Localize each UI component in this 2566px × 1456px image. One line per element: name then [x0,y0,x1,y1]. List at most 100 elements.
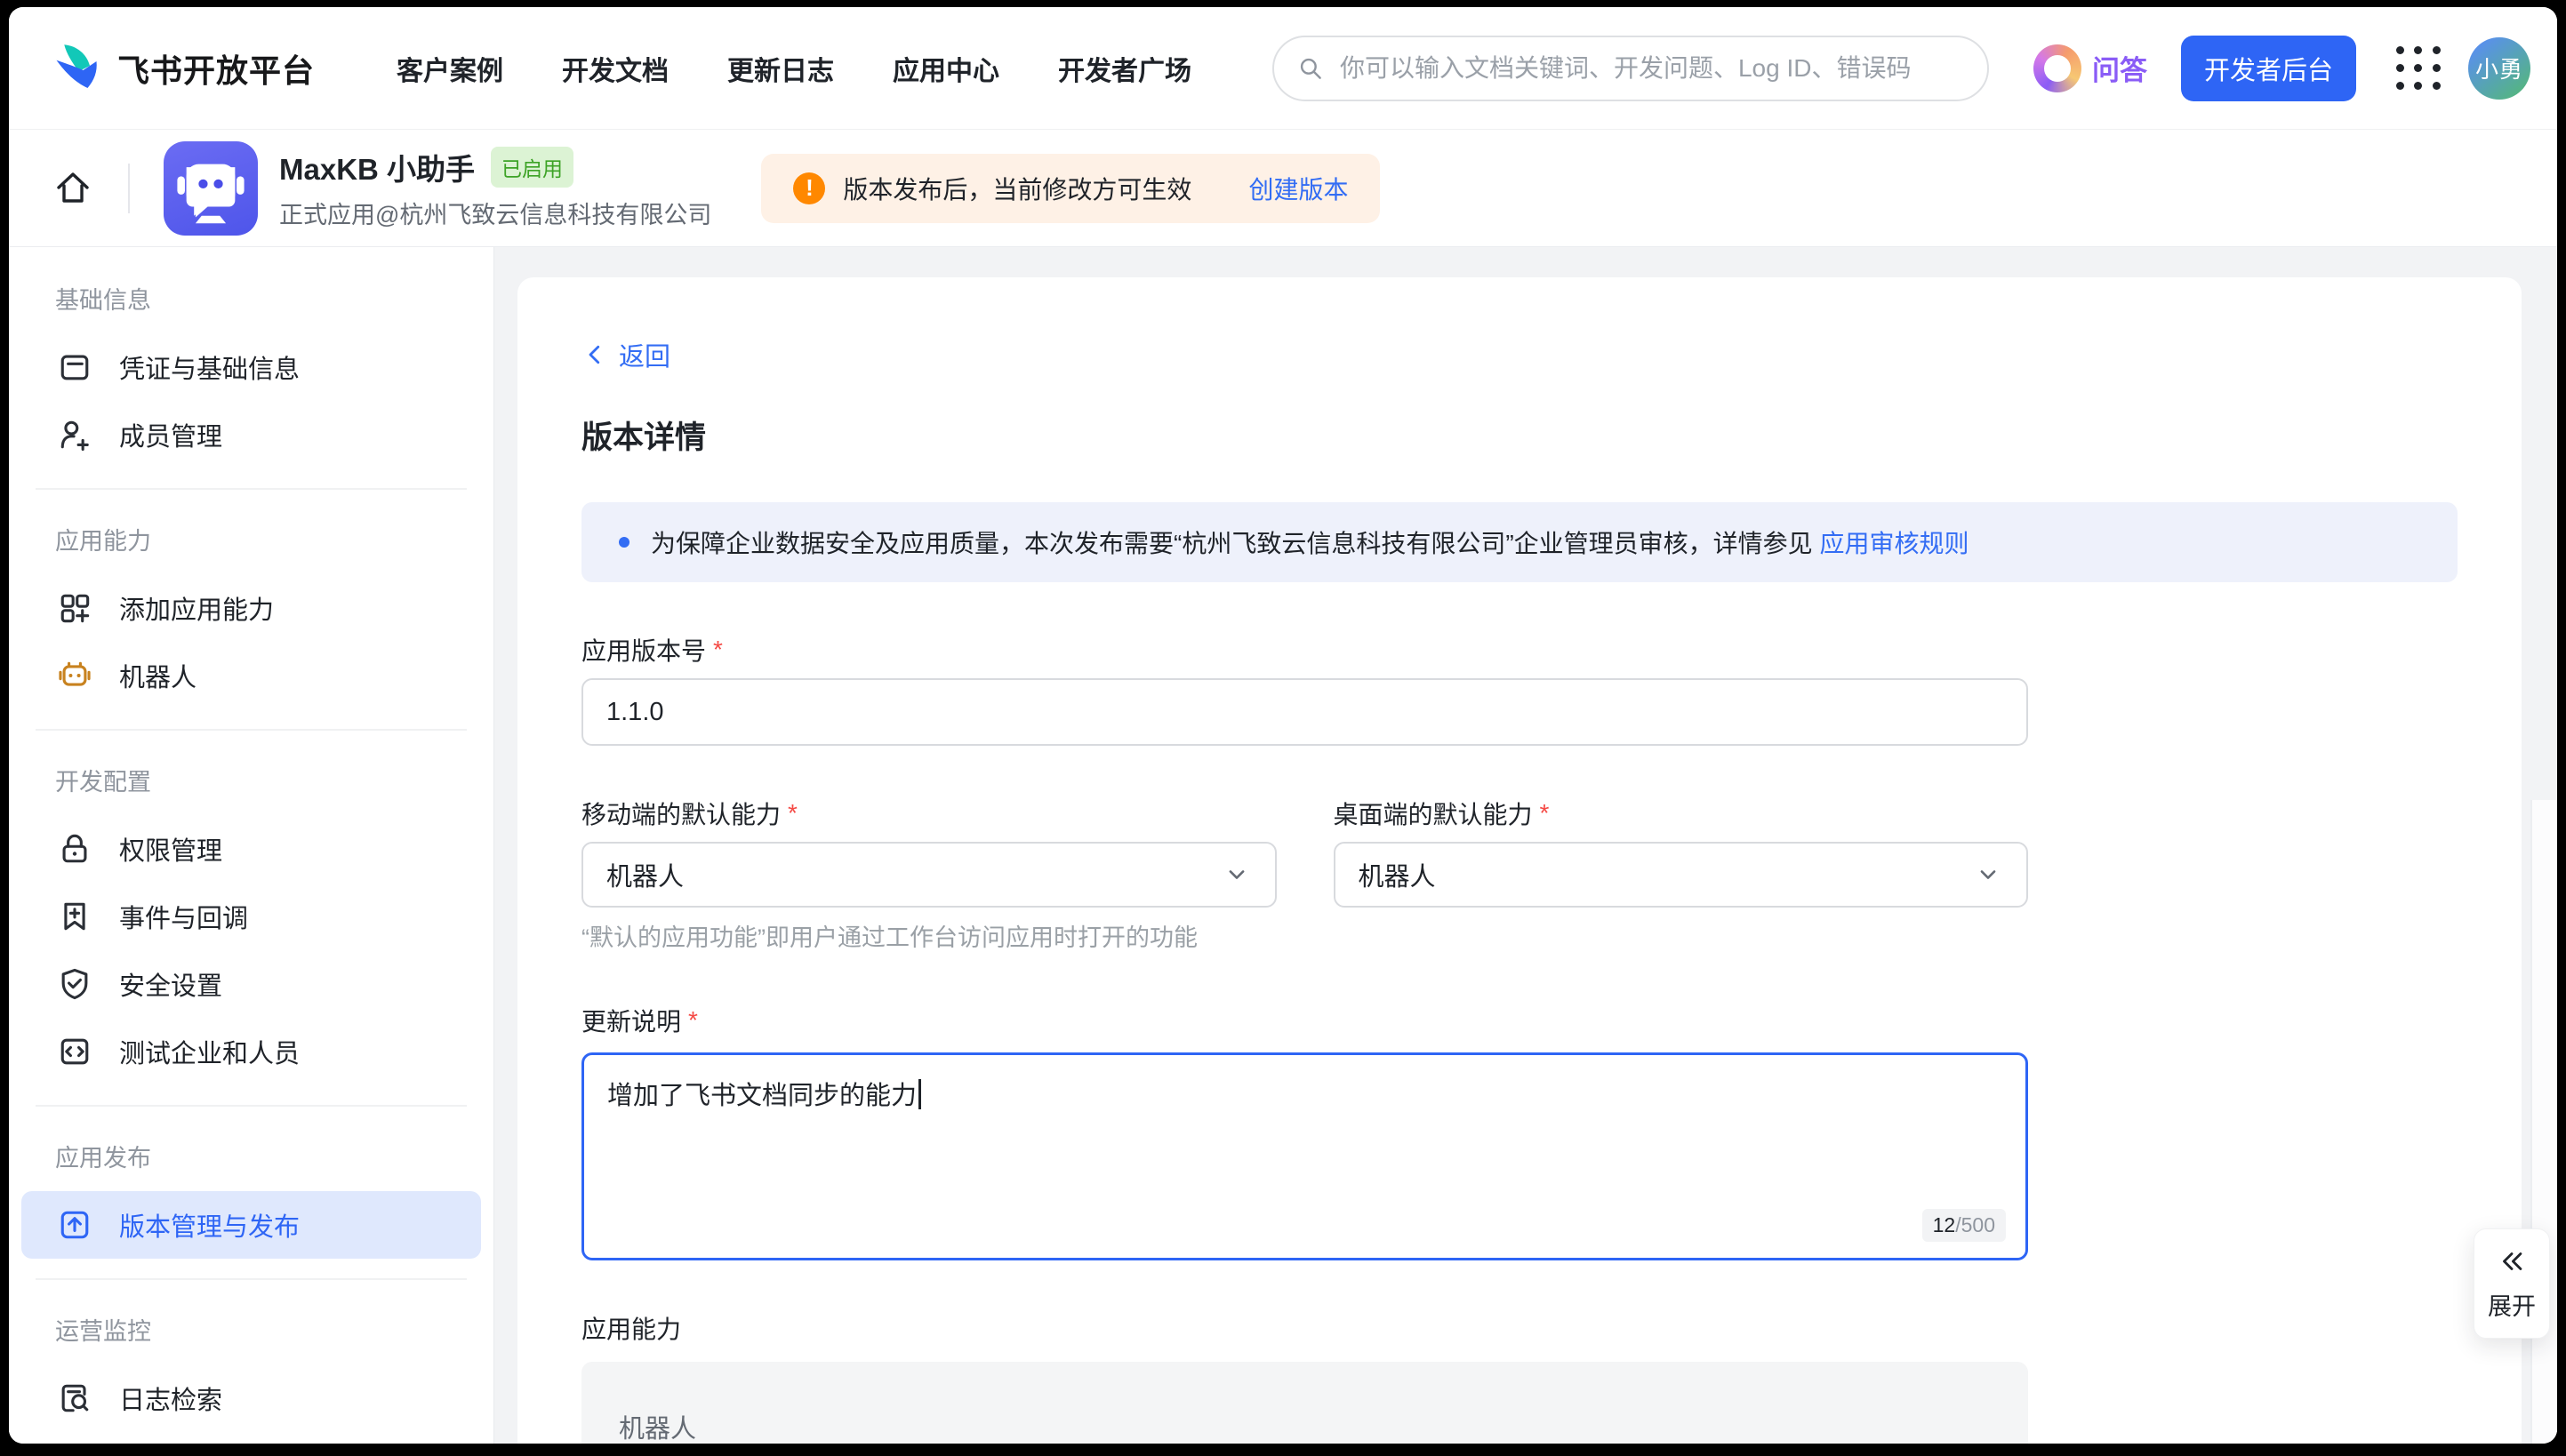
test-code-icon [55,1032,94,1071]
notice-text: 版本发布后，当前修改方可生效 [843,171,1191,206]
browser-window: 飞书开放平台 客户案例 开发文档 更新日志 应用中心 开发者广场 问答 开发者后台 小勇 [9,7,2557,1444]
chevron-down-icon [1222,860,1252,890]
sidebar-item-credential[interactable]: 凭证与基础信息 [21,333,481,401]
sidebar-item-version-publish[interactable]: 版本管理与发布 [21,1191,481,1259]
permission-lock-icon [55,829,94,868]
bullet-dot-icon [619,537,629,548]
sidebar-item-label: 凭证与基础信息 [119,348,300,386]
sidebar-section-label: 应用发布 [55,1139,493,1173]
qa-entry[interactable]: 问答 [2033,44,2147,92]
double-chevron-left-icon [2497,1246,2527,1276]
sidebar-divider [36,729,467,731]
version-number-label: 应用版本号* [581,632,2458,668]
version-detail-card: 返回 版本详情 为保障企业数据安全及应用质量，本次发布需要“杭州飞致云信息科技有… [517,277,2522,1444]
screenshot-frame: 飞书开放平台 客户案例 开发文档 更新日志 应用中心 开发者广场 问答 开发者后台 小勇 [0,0,2566,1456]
apps-grid-icon[interactable] [2395,45,2442,92]
sidebar-item-capability-add[interactable]: 添加应用能力 [21,574,481,642]
top-navigation: 飞书开放平台 客户案例 开发文档 更新日志 应用中心 开发者广场 问答 开发者后台 小勇 [9,7,2557,130]
sidebar-item-log-search[interactable]: 日志检索 [21,1364,481,1432]
global-search[interactable] [1272,36,1989,101]
brand-name: 飞书开放平台 [117,45,315,92]
credential-icon [55,348,94,387]
chevron-left-icon [581,341,608,368]
mobile-capability-select[interactable]: 机器人 [581,842,1277,908]
sidebar-item-test-code[interactable]: 测试企业和人员 [21,1018,481,1085]
create-version-link[interactable]: 创建版本 [1248,171,1348,206]
sidebar-item-permission-lock[interactable]: 权限管理 [21,815,481,883]
app-name: MaxKB 小助手 [279,146,475,188]
sidebar-item-label: 日志检索 [119,1380,222,1417]
version-notice-banner: ! 版本发布后，当前修改方可生效 创建版本 [761,154,1380,223]
required-marker: * [788,799,798,828]
sidebar-item-label: 测试企业和人员 [119,1033,300,1070]
capability-hint: “默认的应用功能”即用户通过工作台访问应用时打开的功能 [581,918,1277,953]
back-link[interactable]: 返回 [581,336,670,373]
topnav-item[interactable]: 开发者广场 [1058,49,1191,88]
app-logo [164,141,258,236]
sidebar-item-label: 版本管理与发布 [119,1206,300,1244]
sidebar-item-label: 机器人 [119,657,196,694]
divider [128,164,130,213]
update-notes-textarea[interactable]: 增加了飞书文档同步的能力 12/500 [581,1052,2028,1260]
qa-ring-icon [2033,44,2081,92]
robot-icon [55,656,94,695]
topnav-menu: 客户案例 开发文档 更新日志 应用中心 开发者广场 [397,49,1191,88]
capability-section-label: 应用能力 [581,1310,2458,1346]
sidebar-item-robot[interactable]: 机器人 [21,642,481,709]
mobile-capability-label: 移动端的默认能力* [581,796,1277,831]
app-subtitle: 正式应用@杭州飞致云信息科技有限公司 [279,196,711,230]
sidebar-item-event-callback[interactable]: 事件与回调 [21,883,481,950]
brand[interactable]: 飞书开放平台 [50,39,315,97]
sidebar-section-label: 开发配置 [55,763,493,797]
sidebar-item-label: 权限管理 [119,830,222,868]
capability-add-icon [55,588,94,628]
page-body: 基础信息凭证与基础信息成员管理应用能力添加应用能力机器人开发配置权限管理事件与回… [9,247,2557,1444]
main-content: 返回 版本详情 为保障企业数据安全及应用质量，本次发布需要“杭州飞致云信息科技有… [494,247,2557,1444]
expand-panel-button[interactable]: 展开 [2474,1228,2550,1339]
version-publish-icon [55,1205,94,1244]
sidebar-item-label: 添加应用能力 [119,589,274,627]
robot-app-icon [174,152,247,225]
review-info-text: 为保障企业数据安全及应用质量，本次发布需要“杭州飞致云信息科技有限公司”企业管理… [651,524,1969,560]
desktop-capability-select[interactable]: 机器人 [1334,842,2029,908]
search-input[interactable] [1338,53,1966,84]
desktop-capability-label: 桌面端的默认能力* [1334,796,2029,831]
sidebar-item-label: 成员管理 [119,416,222,453]
update-notes-label: 更新说明* [581,1003,2458,1038]
chevron-down-icon [1973,860,2003,890]
version-number-input[interactable] [581,678,2028,746]
qa-label: 问答 [2092,48,2147,88]
capability-type: 机器人 [619,1408,1991,1444]
review-info-banner: 为保障企业数据安全及应用质量，本次发布需要“杭州飞致云信息科技有限公司”企业管理… [581,502,2458,582]
topnav-item[interactable]: 开发文档 [562,49,669,88]
sidebar-divider [36,1278,467,1280]
topnav-item[interactable]: 客户案例 [397,49,503,88]
sidebar-divider [36,1105,467,1107]
avatar[interactable]: 小勇 [2468,37,2530,100]
review-rules-link[interactable]: 应用审核规则 [1819,530,1969,557]
sidebar-item-security-shield[interactable]: 安全设置 [21,950,481,1018]
feishu-logo-icon [50,39,103,97]
home-icon[interactable] [52,167,94,210]
topnav-item[interactable]: 更新日志 [727,49,834,88]
sidebar-item-label: 事件与回调 [119,898,248,935]
event-callback-icon [55,897,94,936]
status-badge: 已启用 [491,147,573,188]
sidebar-section-label: 应用能力 [55,522,493,556]
required-marker: * [713,636,723,664]
expand-label: 展开 [2488,1287,2536,1322]
sidebar-item-label: 安全设置 [119,965,222,1003]
app-meta: MaxKB 小助手 已启用 正式应用@杭州飞致云信息科技有限公司 [279,146,711,230]
warning-icon: ! [793,172,825,204]
sidebar-item-member-add[interactable]: 成员管理 [21,401,481,468]
default-capability-row: 移动端的默认能力* 机器人 “默认的应用功能”即用户通过工作台访问应用时打开的功… [581,796,2028,953]
sidebar-nav: 基础信息凭证与基础信息成员管理应用能力添加应用能力机器人开发配置权限管理事件与回… [9,247,494,1444]
required-marker: * [688,1006,698,1035]
sidebar-item-quality-dashboard[interactable]: 应用质量看板 [21,1432,481,1444]
sidebar-divider [36,488,467,490]
topnav-item[interactable]: 应用中心 [893,49,999,88]
sidebar-section-label: 基础信息 [55,281,493,316]
log-search-icon [55,1379,94,1418]
developer-console-button[interactable]: 开发者后台 [2181,36,2356,101]
security-shield-icon [55,964,94,1004]
